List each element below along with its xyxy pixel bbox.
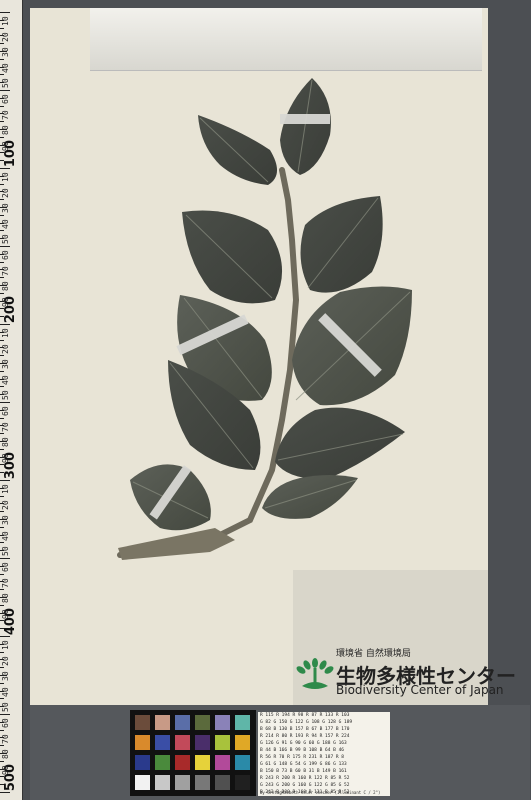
leaf	[262, 475, 358, 519]
color-swatch	[235, 755, 250, 770]
color-swatch	[135, 735, 150, 750]
color-value-row: G 126 G 91 G 90 G 60 G 188 G 163	[260, 741, 347, 746]
color-swatch	[135, 775, 150, 790]
color-swatch	[195, 735, 210, 750]
biodiversity-logo-icon	[296, 658, 334, 689]
leaf	[280, 78, 331, 175]
color-swatch	[195, 775, 210, 790]
color-swatch	[155, 715, 170, 730]
color-value-row: G 82 G 150 G 122 G 108 G 128 G 189	[260, 720, 353, 725]
color-values-card: R 115 R 194 R 98 R 87 R 133 R 103 G 82 G …	[258, 712, 390, 796]
ministry-label: 環境省 自然環境局	[336, 649, 411, 659]
center-name-en: Biodiversity Center of Japan	[336, 683, 504, 697]
color-value-row: R 243 R 200 R 160 R 122 R 85 R 52	[260, 776, 350, 781]
color-checker-card	[130, 710, 256, 796]
color-card-caption: by GretagMacbeth color checker (Illumina…	[260, 790, 381, 795]
leaf	[198, 115, 278, 185]
color-swatch	[215, 755, 230, 770]
color-swatch	[135, 715, 150, 730]
color-value-row: B 44 B 166 B 99 B 108 B 64 B 46	[260, 748, 344, 753]
color-swatch	[235, 775, 250, 790]
color-swatch	[175, 775, 190, 790]
color-value-row: R 115 R 194 R 98 R 87 R 133 R 103	[260, 713, 350, 718]
stem-base	[118, 528, 235, 560]
color-value-row: R 214 R 80 R 193 R 94 R 157 R 224	[260, 734, 350, 739]
color-swatch	[195, 715, 210, 730]
color-value-row: B 68 B 130 B 157 B 67 B 177 B 170	[260, 727, 350, 732]
mounting-tape	[280, 114, 330, 124]
color-value-row: G 61 G 148 G 54 G 199 G 86 G 133	[260, 762, 347, 767]
color-swatch	[175, 735, 190, 750]
color-swatch	[215, 775, 230, 790]
color-value-row: G 243 G 200 G 160 G 122 G 85 G 52	[260, 783, 350, 788]
color-value-row: B 150 B 73 B 60 B 31 B 149 B 161	[260, 769, 347, 774]
color-swatch	[215, 735, 230, 750]
color-swatch	[135, 755, 150, 770]
color-swatch	[235, 715, 250, 730]
leaf	[275, 407, 405, 479]
color-swatch	[235, 735, 250, 750]
color-swatch	[155, 755, 170, 770]
color-swatch	[155, 735, 170, 750]
color-swatch	[175, 715, 190, 730]
color-swatch	[215, 715, 230, 730]
leaf	[182, 210, 283, 304]
color-value-row: R 56 R 70 R 175 R 231 R 187 R 8	[260, 755, 344, 760]
color-swatch	[195, 755, 210, 770]
color-swatch	[175, 755, 190, 770]
color-swatch	[155, 775, 170, 790]
